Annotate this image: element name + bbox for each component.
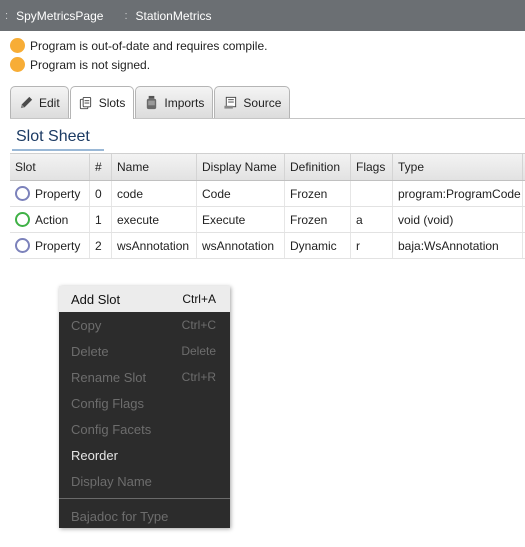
column-header-type[interactable]: Type xyxy=(393,154,523,180)
breadcrumb-separator: : xyxy=(124,9,128,22)
table-row[interactable]: Property 2 wsAnnotation wsAnnotation Dyn… xyxy=(10,233,525,259)
tab-label: Slots xyxy=(98,96,126,110)
column-header-number[interactable]: # xyxy=(90,154,112,180)
menu-item-label: Display Name xyxy=(71,473,152,489)
slot-index: 0 xyxy=(90,181,112,206)
menu-item-config-flags[interactable]: Config Flags xyxy=(59,390,230,416)
breadcrumb-bar: : SpyMetricsPage : StationMetrics xyxy=(0,0,525,31)
breadcrumb-label[interactable]: SpyMetricsPage xyxy=(16,9,103,23)
status-message-compile: Program is out-of-date and requires comp… xyxy=(10,38,267,53)
slot-type: baja:WsAnnotation xyxy=(393,233,523,258)
slot-kind: Property xyxy=(35,238,81,253)
slot-name: wsAnnotation xyxy=(112,233,197,258)
slot-flags: r xyxy=(351,233,393,258)
action-slot-icon xyxy=(15,212,30,227)
slot-cell: Property xyxy=(10,181,90,206)
property-slot-icon xyxy=(15,238,30,253)
menu-item-config-facets[interactable]: Config Facets xyxy=(59,416,230,442)
tab-label: Imports xyxy=(164,95,205,110)
slot-definition: Frozen xyxy=(285,207,351,232)
menu-item-rename-slot[interactable]: Rename Slot Ctrl+R xyxy=(59,364,230,390)
slot-table: Slot # Name Display Name Definition Flag… xyxy=(10,153,525,259)
slot-index: 2 xyxy=(90,233,112,258)
menu-item-bajadoc-for-type[interactable]: Bajadoc for Type xyxy=(59,503,230,529)
breadcrumb-item-stationmetrics[interactable]: : StationMetrics xyxy=(119,0,211,31)
menu-item-add-slot[interactable]: Add Slot Ctrl+A xyxy=(59,286,230,312)
slot-display-name: Code xyxy=(197,181,285,206)
menu-item-shortcut: Ctrl+R xyxy=(181,370,216,384)
slot-name: execute xyxy=(112,207,197,232)
tab-edit[interactable]: Edit xyxy=(10,86,69,118)
menu-item-shortcut: Ctrl+C xyxy=(181,318,216,332)
status-message-signed: Program is not signed. xyxy=(10,57,150,72)
breadcrumb-separator: : xyxy=(5,9,9,22)
slot-display-name: wsAnnotation xyxy=(197,233,285,258)
menu-item-delete[interactable]: Delete Delete xyxy=(59,338,230,364)
tab-source[interactable]: Source xyxy=(214,86,291,118)
property-slot-icon xyxy=(15,186,30,201)
status-text: Program is not signed. xyxy=(30,57,151,72)
column-header-name[interactable]: Name xyxy=(112,154,197,180)
menu-separator xyxy=(59,498,230,499)
menu-item-shortcut: Ctrl+A xyxy=(182,292,216,306)
slot-type: program:ProgramCode xyxy=(393,181,523,206)
slot-flags: a xyxy=(351,207,393,232)
sheet-title: Slot Sheet xyxy=(16,128,90,145)
menu-item-reorder[interactable]: Reorder xyxy=(59,442,230,468)
pencil-icon xyxy=(18,95,34,111)
status-text: Program is out-of-date and requires comp… xyxy=(30,38,268,53)
slot-name: code xyxy=(112,181,197,206)
slot-cell: Action xyxy=(10,207,90,232)
tab-slots[interactable]: Slots xyxy=(69,86,135,119)
slot-definition: Frozen xyxy=(285,181,351,206)
slot-definition: Dynamic xyxy=(285,233,351,258)
slot-type: void (void) xyxy=(393,207,523,232)
breadcrumb-label[interactable]: StationMetrics xyxy=(136,9,212,23)
sheet-title-box: Slot Sheet xyxy=(12,123,104,151)
table-row[interactable]: Action 1 execute Execute Frozen a void (… xyxy=(10,207,525,233)
menu-item-label: Config Facets xyxy=(71,421,152,437)
menu-item-label: Reorder xyxy=(71,447,118,463)
menu-item-copy[interactable]: Copy Ctrl+C xyxy=(59,312,230,338)
menu-item-shortcut: Delete xyxy=(181,344,216,358)
menu-item-label: Bajadoc for Type xyxy=(71,508,169,524)
column-header-slot[interactable]: Slot xyxy=(10,154,90,180)
menu-item-label: Delete xyxy=(71,343,109,359)
column-header-flags[interactable]: Flags xyxy=(351,154,393,180)
context-menu: Add Slot Ctrl+A Copy Ctrl+C Delete Delet… xyxy=(59,286,230,528)
slot-index: 1 xyxy=(90,207,112,232)
menu-item-label: Copy xyxy=(71,317,102,333)
table-header: Slot # Name Display Name Definition Flag… xyxy=(10,153,525,181)
slot-cell: Property xyxy=(10,233,90,258)
slot-kind: Property xyxy=(35,186,81,201)
scroll-icon xyxy=(222,95,238,111)
table-row[interactable]: Property 0 code Code Frozen program:Prog… xyxy=(10,181,525,207)
menu-item-display-name[interactable]: Display Name xyxy=(59,468,230,494)
tab-imports[interactable]: Imports xyxy=(135,86,214,118)
slots-icon xyxy=(78,95,94,111)
menu-item-label: Rename Slot xyxy=(71,369,147,385)
warning-dot-icon xyxy=(10,38,25,53)
view-tabs: Edit Slots Imports Source xyxy=(10,86,291,119)
tab-label: Source xyxy=(243,95,282,110)
column-header-definition[interactable]: Definition xyxy=(285,154,351,180)
warning-dot-icon xyxy=(10,57,25,72)
column-header-display-name[interactable]: Display Name xyxy=(197,154,285,180)
menu-item-label: Add Slot xyxy=(71,291,121,307)
slot-kind: Action xyxy=(35,212,69,227)
tab-label: Edit xyxy=(39,95,60,110)
menu-item-label: Config Flags xyxy=(71,395,144,411)
slot-display-name: Execute xyxy=(197,207,285,232)
breadcrumb-item-spymetricspage[interactable]: : SpyMetricsPage xyxy=(0,0,103,31)
jar-icon xyxy=(143,95,159,111)
slot-flags xyxy=(351,181,393,206)
